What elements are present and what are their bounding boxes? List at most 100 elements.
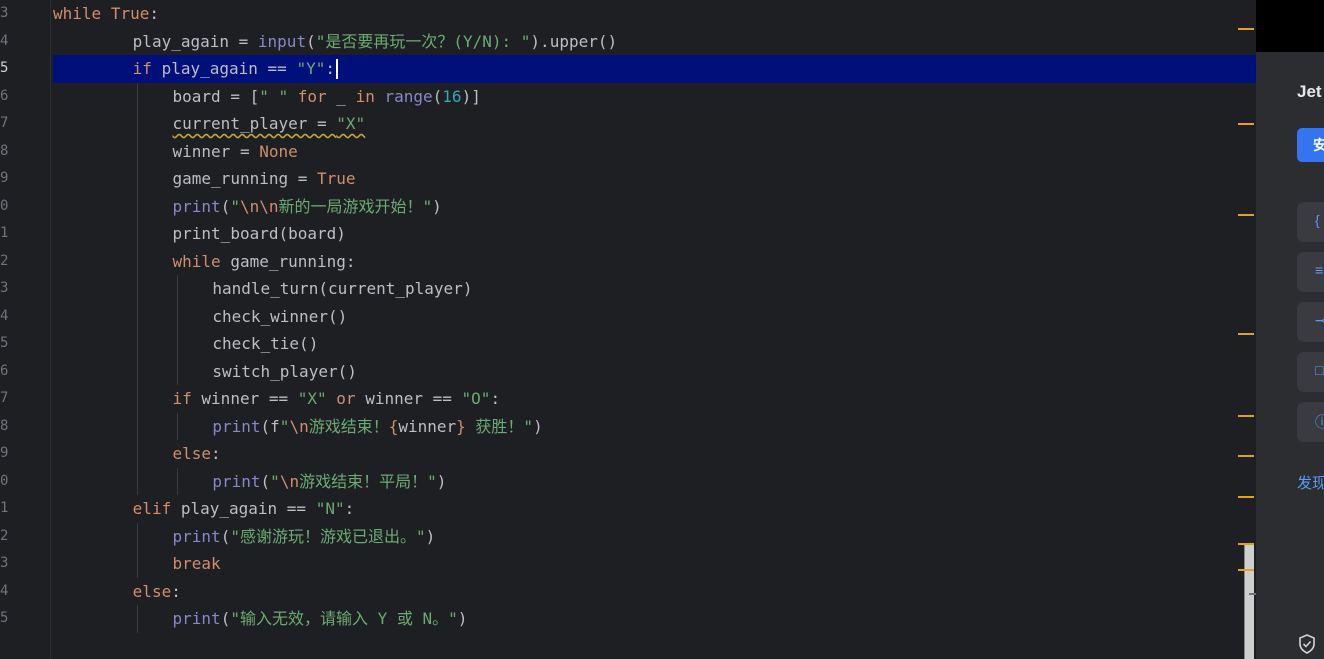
install-button[interactable]: 安 — [1297, 128, 1324, 162]
line-number[interactable]: 3 — [0, 275, 8, 303]
feature-tile[interactable]: ⓘ — [1297, 402, 1324, 442]
feature-tile[interactable]: ⊸ — [1297, 302, 1324, 342]
feature-tile[interactable]: ≡ — [1297, 252, 1324, 292]
line-number[interactable]: 4 — [0, 28, 8, 56]
code-line[interactable]: print("输入无效，请输入 Y 或 N。") — [53, 605, 1256, 633]
indent-guide — [176, 467, 178, 495]
line-number[interactable]: 9 — [0, 440, 8, 468]
code-line[interactable]: else: — [53, 440, 1256, 468]
code-token: switch_player() — [212, 361, 357, 381]
code-line[interactable]: play_again = input("是否要再玩一次？(Y/N): ").up… — [53, 28, 1256, 56]
code-token: print_board(board) — [172, 224, 346, 243]
code-token: " — [230, 196, 240, 216]
code-token: "是否要再玩一次？(Y/N): " — [315, 31, 531, 51]
code-line[interactable]: current_player = "X" — [53, 110, 1256, 138]
code-line[interactable]: game_running = True — [53, 165, 1256, 193]
code-line[interactable]: print(f"\n游戏结束！{winner} 获胜！") — [53, 413, 1256, 441]
scrollbar-warning-marker[interactable] — [1238, 415, 1254, 417]
line-number[interactable]: 2 — [0, 523, 8, 551]
line-number[interactable]: 1 — [0, 495, 8, 523]
code-line[interactable]: print_board(board) — [53, 220, 1256, 248]
code-token: else — [172, 444, 212, 463]
code-line[interactable]: if play_again == "Y": — [53, 55, 1256, 83]
scrollbar-thumb[interactable] — [1244, 543, 1254, 659]
code-line[interactable]: check_winner() — [53, 303, 1256, 331]
line-number[interactable]: 7 — [0, 385, 8, 413]
vertical-scrollbar[interactable] — [1238, 0, 1256, 659]
code-token: " — [270, 471, 280, 491]
commit-icon: ⊸ — [1315, 312, 1324, 328]
list-icon: ≡ — [1315, 262, 1324, 278]
code-token: "O" — [461, 389, 491, 408]
scrollbar-warning-marker[interactable] — [1238, 455, 1254, 457]
line-number[interactable]: 4 — [0, 303, 8, 331]
line-number[interactable]: 0 — [0, 468, 8, 496]
shield-check-icon[interactable] — [1298, 634, 1316, 654]
code-editor[interactable]: 34567890123456789012345 while True: play_… — [0, 0, 1256, 659]
code-token: ) — [457, 609, 468, 628]
code-token: print — [172, 609, 221, 628]
code-token: in — [355, 86, 375, 106]
line-number[interactable]: 5 — [0, 605, 8, 633]
code-line[interactable]: check_tie() — [53, 330, 1256, 358]
code-line[interactable]: while game_running: — [53, 248, 1256, 276]
code-line[interactable]: board = [" " for _ in range(16)] — [53, 83, 1256, 111]
code-token: 获胜！" — [465, 416, 534, 436]
line-number[interactable]: 9 — [0, 165, 8, 193]
code-token: "X" — [297, 389, 327, 408]
scrollbar-warning-marker[interactable] — [1238, 333, 1254, 335]
code-line[interactable]: else: — [53, 578, 1256, 606]
indent-guide — [176, 275, 178, 385]
scrollbar-warning-marker[interactable] — [1238, 496, 1254, 498]
code-line[interactable]: print("感谢游玩！游戏已退出。") — [53, 523, 1256, 551]
scrollbar-warning-marker[interactable] — [1238, 569, 1254, 571]
code-token: : — [490, 389, 501, 408]
scrollbar-warning-marker[interactable] — [1238, 123, 1254, 125]
code-line[interactable]: print("\n游戏结束！平局！") — [53, 468, 1256, 496]
line-number[interactable]: 4 — [0, 578, 8, 606]
code-line[interactable]: handle_turn(current_player) — [53, 275, 1256, 303]
line-number[interactable]: 5 — [0, 330, 8, 358]
discover-link[interactable]: 发现 — [1297, 472, 1324, 493]
line-number[interactable]: 0 — [0, 193, 8, 221]
scrollbar-warning-marker[interactable] — [1238, 214, 1254, 216]
line-number[interactable]: 1 — [0, 220, 8, 248]
code-token: board = [ — [172, 86, 260, 106]
code-token: ( — [306, 31, 316, 51]
code-line[interactable]: print("\n\n新的一局游戏开始！") — [53, 193, 1256, 221]
scrollbar-warning-marker[interactable] — [1238, 28, 1254, 30]
code-line[interactable]: while True: — [53, 0, 1256, 28]
scrollbar-info-marker[interactable] — [1249, 593, 1256, 595]
feature-tile[interactable]: { — [1297, 202, 1324, 242]
code-token: break — [172, 554, 221, 573]
gutter-divider — [50, 0, 51, 659]
line-number[interactable]: 8 — [0, 138, 8, 166]
line-number[interactable]: 8 — [0, 413, 8, 441]
line-number[interactable]: 5 — [0, 55, 8, 83]
window-icon: □ — [1315, 362, 1324, 378]
line-number[interactable]: 6 — [0, 358, 8, 386]
code-line[interactable]: switch_player() — [53, 358, 1256, 386]
feature-tile[interactable]: □ — [1297, 352, 1324, 392]
code-token: while — [172, 251, 221, 271]
code-line[interactable]: elif play_again == "N": — [53, 495, 1256, 523]
code-token: current_player = — [172, 114, 337, 133]
code-token: \n — [289, 416, 309, 436]
indent-guide — [136, 82, 138, 495]
line-number[interactable]: 3 — [0, 0, 8, 28]
code-token: _ — [326, 86, 356, 106]
line-number[interactable]: 7 — [0, 110, 8, 138]
line-number[interactable]: 2 — [0, 248, 8, 276]
line-number[interactable]: 6 — [0, 83, 8, 111]
code-token: 游戏结束！ — [308, 416, 389, 436]
code-line[interactable]: if winner == "X" or winner == "O": — [53, 385, 1256, 413]
line-number-gutter[interactable]: 34567890123456789012345 — [0, 0, 50, 659]
code-token: winner = — [172, 141, 260, 161]
scrollbar-warning-marker[interactable] — [1238, 543, 1254, 545]
code-line[interactable]: break — [53, 550, 1256, 578]
code-token: for — [297, 86, 327, 106]
code-line[interactable]: winner = None — [53, 138, 1256, 166]
code-area[interactable]: while True: play_again = input("是否要再玩一次？(… — [53, 0, 1256, 659]
code-token: ( — [432, 86, 443, 106]
line-number[interactable]: 3 — [0, 550, 8, 578]
